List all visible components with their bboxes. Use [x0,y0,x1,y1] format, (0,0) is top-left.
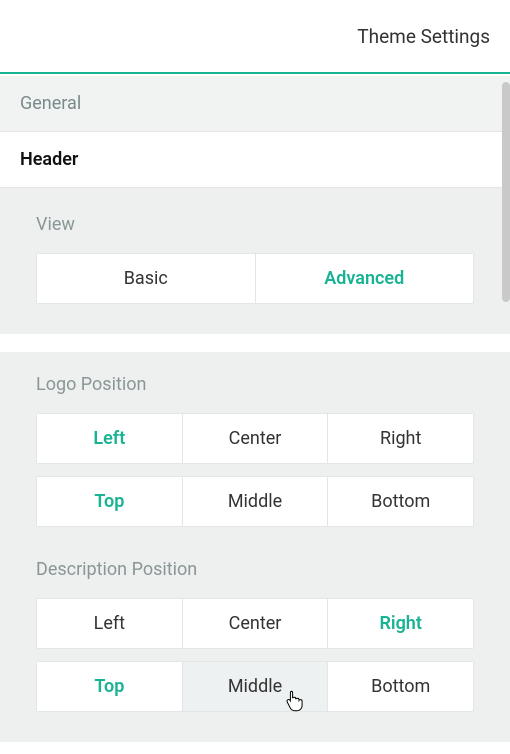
logo-pos-top[interactable]: Top [37,477,183,526]
desc-pos-left[interactable]: Left [37,599,183,648]
panel-title: Theme Settings [357,25,490,48]
view-option-advanced[interactable]: Advanced [256,254,474,303]
tab-general-label: General [20,93,81,114]
panel-scroll-area[interactable]: General Header View Basic Advanced Logo … [0,76,510,754]
scrollbar-thumb[interactable] [502,82,510,302]
positions-group: Logo Position Left Center Right Top Midd… [0,352,510,742]
description-position-horizontal: Left Center Right [36,598,474,649]
description-position-title: Description Position [36,559,474,580]
theme-settings-panel: Theme Settings General Header View Basic… [0,0,510,754]
logo-pos-bottom[interactable]: Bottom [328,477,473,526]
desc-pos-middle[interactable]: Middle [183,662,329,711]
tab-header-label: Header [20,149,78,170]
view-group-title: View [36,214,474,235]
desc-pos-center[interactable]: Center [183,599,329,648]
tab-general[interactable]: General [0,76,510,132]
desc-pos-top[interactable]: Top [37,662,183,711]
desc-pos-bottom[interactable]: Bottom [328,662,473,711]
logo-position-group: Logo Position Left Center Right Top Midd… [36,374,474,527]
logo-pos-left[interactable]: Left [37,414,183,463]
logo-pos-right[interactable]: Right [328,414,473,463]
logo-position-vertical: Top Middle Bottom [36,476,474,527]
tab-header[interactable]: Header [0,132,510,188]
logo-position-horizontal: Left Center Right [36,413,474,464]
logo-pos-center[interactable]: Center [183,414,329,463]
view-option-basic[interactable]: Basic [37,254,256,303]
description-position-vertical: Top Middle Bottom [36,661,474,712]
desc-pos-right[interactable]: Right [328,599,473,648]
view-group: View Basic Advanced [0,188,510,334]
panel-header: Theme Settings [0,0,510,74]
group-gap [0,334,510,352]
view-segmented: Basic Advanced [36,253,474,304]
logo-pos-middle[interactable]: Middle [183,477,329,526]
logo-position-title: Logo Position [36,374,474,395]
description-position-group: Description Position Left Center Right T… [36,559,474,712]
